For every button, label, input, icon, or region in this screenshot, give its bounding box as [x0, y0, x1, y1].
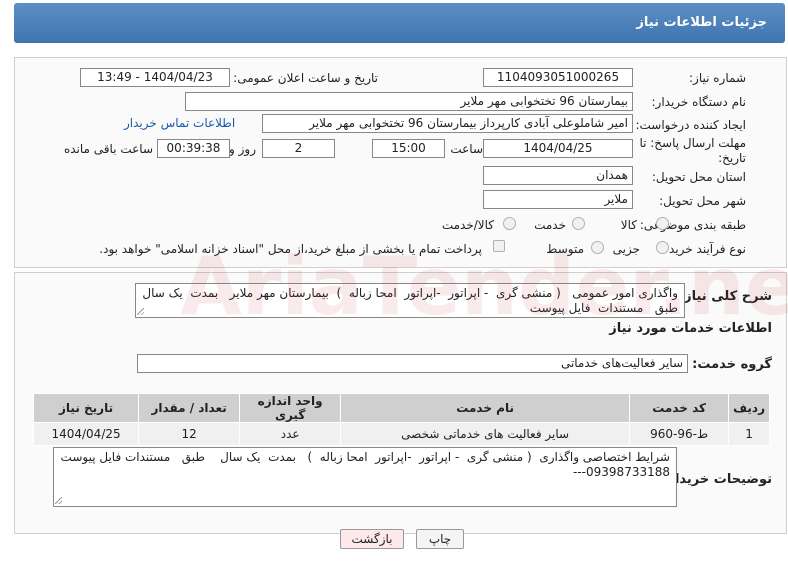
services-table: ردیف کد خدمت نام خدمت واحد اندازه گیری ت… — [32, 393, 770, 446]
days-label: روز و — [229, 142, 256, 156]
buyer-org-label: نام دستگاه خریدار: — [651, 95, 747, 109]
category-radio-goods-service[interactable] — [503, 217, 516, 230]
cell-qty: 12 — [138, 422, 241, 446]
buyer-notes-label: توضیحات خریدار: — [662, 472, 772, 487]
col-unit: واحد اندازه گیری — [239, 393, 342, 423]
summary-label: شرح کلی نیاز: — [678, 289, 772, 304]
buyer-org-field[interactable]: بیمارستان 96 تختخوابی مهر ملایر — [185, 92, 633, 111]
cell-unit: عدد — [239, 422, 342, 446]
cell-name: سایر فعالیت های خدماتی شخصی — [340, 422, 631, 446]
page-header: جزئیات اطلاعات نیاز — [14, 3, 785, 43]
cell-row: 1 — [728, 422, 770, 446]
process-radio-minor[interactable] — [656, 241, 669, 254]
deadline-label: مهلت ارسال پاسخ: تا تاریخ: — [639, 136, 746, 166]
contact-info-link[interactable]: اطلاعات تماس خریدار — [124, 116, 235, 130]
payment-note: پرداخت تمام یا بخشی از مبلغ خرید،از محل … — [99, 242, 482, 256]
category-option-goods: کالا — [620, 218, 637, 232]
announce-label: تاریخ و ساعت اعلان عمومی: — [233, 71, 378, 85]
buyer-notes-textarea[interactable]: شرایط اختصاصی واگذاری ( منشی گری - اپرات… — [53, 447, 677, 507]
summary-resize-grip[interactable] — [137, 308, 144, 315]
summary-textarea[interactable]: واگذاری امور عمومی ( منشی گری - اپراتور … — [135, 283, 685, 318]
remaining-label: ساعت باقی مانده — [63, 142, 153, 156]
payment-checkbox[interactable] — [493, 240, 505, 252]
table-row[interactable]: 1 ط-96-960 سایر فعالیت های خدماتی شخصی ع… — [32, 422, 770, 446]
deadline-date-field[interactable]: 1404/04/25 — [483, 139, 633, 158]
remaining-time-field[interactable]: 00:39:38 — [157, 139, 230, 158]
process-radio-medium[interactable] — [591, 241, 604, 254]
back-button[interactable]: بازگشت — [340, 529, 404, 549]
deadline-label-line2: تاریخ: — [718, 151, 746, 165]
process-option-medium: متوسط — [546, 242, 584, 256]
need-number-label: شماره نیاز: — [689, 71, 746, 85]
deadline-time-field[interactable]: 15:00 — [372, 139, 445, 158]
col-row: ردیف — [728, 393, 770, 423]
col-date: تاریخ نیاز — [32, 393, 140, 423]
deadline-label-line1: مهلت ارسال پاسخ: تا — [639, 136, 746, 150]
creator-field[interactable]: امیر شاملوعلی آبادی کارپرداز بیمارستان 9… — [262, 114, 633, 133]
service-group-label: گروه خدمت: — [692, 357, 772, 372]
province-field[interactable]: همدان — [483, 166, 633, 185]
category-radio-service[interactable] — [572, 217, 585, 230]
category-radio-goods[interactable] — [656, 217, 669, 230]
process-label: نوع فرآیند خرید : — [661, 242, 746, 256]
print-button[interactable]: چاپ — [416, 529, 464, 549]
col-name: نام خدمت — [340, 393, 631, 423]
services-section-title: اطلاعات خدمات مورد نیاز — [609, 321, 772, 336]
time-label: ساعت — [450, 142, 483, 156]
cell-date: 1404/04/25 — [32, 422, 140, 446]
city-label: شهر محل تحویل: — [659, 194, 746, 208]
buyer-notes-resize-grip[interactable] — [55, 497, 62, 504]
page-title: جزئیات اطلاعات نیاز — [636, 15, 767, 30]
creator-label: ایجاد کننده درخواست: — [635, 118, 746, 132]
announce-field[interactable]: 1404/04/23 - 13:49 — [80, 68, 230, 87]
cell-code: ط-96-960 — [629, 422, 730, 446]
col-qty: تعداد / مقدار — [138, 393, 241, 423]
need-number-field[interactable]: 1104093051000265 — [483, 68, 633, 87]
days-field[interactable]: 2 — [262, 139, 335, 158]
services-table-header: ردیف کد خدمت نام خدمت واحد اندازه گیری ت… — [32, 393, 770, 423]
category-option-service: خدمت — [534, 218, 566, 232]
service-group-field[interactable]: سایر فعالیت‌های خدماتی — [137, 354, 688, 373]
category-option-goods-service: کالا/خدمت — [441, 218, 494, 232]
col-code: کد خدمت — [629, 393, 730, 423]
process-option-minor: جزیی — [612, 242, 640, 256]
city-field[interactable]: ملایر — [483, 190, 633, 209]
province-label: استان محل تحویل: — [651, 170, 746, 184]
